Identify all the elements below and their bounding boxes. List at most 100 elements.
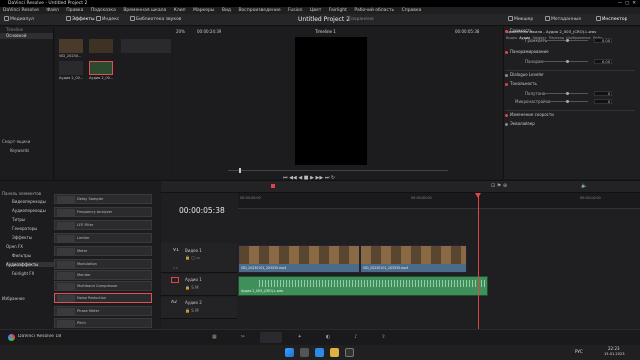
pitch-section[interactable]: Тональность <box>505 80 635 87</box>
dialogue-leveler-section[interactable]: Dialogue Leveler <box>505 70 635 77</box>
window-controls[interactable]: — ▢ ✕ <box>618 0 636 7</box>
volume-value[interactable]: 0.00 <box>594 38 612 43</box>
effects-tree-item[interactable]: Фильтры <box>12 253 31 258</box>
effect-item[interactable]: LFE Filter <box>54 220 152 230</box>
effect-item[interactable]: Limiter <box>54 233 152 243</box>
menu-item[interactable]: Правка <box>66 8 83 13</box>
menu-item[interactable]: Подсказка <box>91 8 116 13</box>
effects-tree-item-selected[interactable]: Аудиоэффекты <box>6 262 54 267</box>
explorer-icon[interactable] <box>330 348 339 357</box>
menu-item[interactable]: Клип <box>174 8 186 13</box>
track-controls[interactable]: 🔒 ▢ ▭ <box>185 255 200 260</box>
effect-item[interactable]: Frequency Analyzer <box>54 207 152 217</box>
bin-master[interactable]: Основной <box>0 33 53 39</box>
clock-date[interactable]: 15.01.2023 <box>604 352 625 356</box>
menu-item[interactable]: Fairlight <box>329 8 347 13</box>
menu-item[interactable]: Вид <box>222 8 231 13</box>
edit-index-button[interactable]: Индекс <box>96 14 119 26</box>
menu-item[interactable]: Справка <box>402 8 422 13</box>
sound-library-button[interactable]: Библиотека звуков <box>130 14 181 26</box>
start-icon[interactable] <box>285 348 294 357</box>
menu-item[interactable]: Цвет <box>310 8 322 13</box>
clip-thumbnail[interactable] <box>59 39 83 53</box>
effects-button[interactable]: Эффекты <box>66 14 95 26</box>
audio-clip[interactable]: Аудио 2_003_(CRO).L.wav <box>238 276 488 296</box>
page-switcher[interactable]: ▦✂▬✦◐♪⇪ <box>212 334 410 340</box>
clock-time[interactable]: 22:23 <box>608 346 620 351</box>
effect-item[interactable]: Modulation <box>54 259 152 269</box>
video-clip[interactable]: VID_20230101_203535.mp4 <box>360 245 467 273</box>
scrub-bar[interactable] <box>228 170 448 171</box>
effect-item[interactable]: Phase Meter <box>54 306 152 316</box>
menu-item[interactable]: Маркеры <box>193 8 214 13</box>
timeline-playhead[interactable] <box>478 193 479 330</box>
metadata-button[interactable]: Метаданные <box>545 14 581 26</box>
track-controls[interactable]: 🔒 S M <box>185 308 199 313</box>
effects-tree-item[interactable]: Open FX <box>6 244 23 249</box>
track-target-icon[interactable] <box>171 277 179 283</box>
volume-section[interactable]: Громкость <box>505 27 635 34</box>
inspector-button[interactable]: Инспектор <box>596 14 627 26</box>
menu-item[interactable]: Fusion <box>288 8 302 13</box>
volume-knob[interactable] <box>566 39 569 42</box>
enable-dot-icon[interactable] <box>505 82 508 86</box>
clip-thumbnail[interactable] <box>121 39 171 53</box>
playhead-handle[interactable] <box>475 193 481 198</box>
mixer-button[interactable]: Микшер <box>508 14 533 26</box>
media-pool-button[interactable]: Медиапул <box>4 14 34 26</box>
viewer-zoom[interactable]: 20% <box>176 29 185 34</box>
effects-tree-item[interactable]: Видеопереходы <box>12 199 46 204</box>
clip-thumbnail[interactable] <box>89 39 113 53</box>
effects-tree-item[interactable]: Fairlight FX <box>12 271 34 276</box>
menu-item[interactable]: Временная шкала <box>123 8 166 13</box>
semitones-knob[interactable] <box>566 92 569 95</box>
semitones-slider[interactable] <box>540 93 588 94</box>
effects-tree-item[interactable]: Титры <box>12 217 25 222</box>
effects-tree-item[interactable]: Аудиопереходы <box>12 208 46 213</box>
menu-item[interactable]: Воспроизведение <box>238 8 280 13</box>
enable-dot-icon[interactable] <box>505 29 508 33</box>
effects-tree-item[interactable]: Панель элементов <box>2 191 41 196</box>
enable-dot-icon[interactable] <box>505 50 508 54</box>
pan-knob[interactable] <box>566 60 569 63</box>
select-tool-icon[interactable] <box>271 184 275 188</box>
menu-item[interactable]: DaVinci Resolve <box>3 8 39 13</box>
effect-item[interactable]: Multiband Compressor <box>54 281 152 291</box>
timeline-name[interactable]: Timeline 1 <box>315 29 336 34</box>
menu-item[interactable]: Рабочий область <box>354 8 394 13</box>
clip-label: VID_20230101_203535.mp4 <box>241 266 287 270</box>
cents-slider[interactable] <box>540 101 588 102</box>
cents-value[interactable]: 0 <box>594 99 612 104</box>
effects-tree-item[interactable]: Эффекты <box>12 235 32 240</box>
snapping-icon[interactable]: ⊡ ⚑ ⊕ <box>491 183 507 189</box>
effect-item[interactable]: Pitch <box>54 318 152 328</box>
enable-dot-icon[interactable] <box>505 122 508 126</box>
effects-tree-item[interactable]: Генераторы <box>12 226 37 231</box>
effect-item[interactable]: Meter <box>54 246 152 256</box>
pan-section[interactable]: Панорамирование <box>505 48 635 55</box>
enable-dot-icon[interactable] <box>505 73 508 77</box>
speed-change-section[interactable]: Изменение скорости <box>505 110 635 117</box>
enable-dot-icon[interactable] <box>505 113 508 117</box>
clip-thumbnail[interactable] <box>59 61 83 75</box>
effect-item[interactable]: Delay Sampler <box>54 194 152 204</box>
volume-icon[interactable]: 🔈 <box>581 183 587 189</box>
edge-icon[interactable] <box>315 348 324 357</box>
cents-knob[interactable] <box>566 100 569 103</box>
eq-section[interactable]: Эквалайзер <box>505 120 635 127</box>
search-icon[interactable] <box>300 348 309 357</box>
volume-slider[interactable] <box>540 40 588 41</box>
semitones-value[interactable]: 0 <box>594 91 612 96</box>
track-controls[interactable]: 🔒 S M <box>185 285 199 290</box>
scrub-playhead[interactable] <box>239 168 241 173</box>
effect-item[interactable]: Monitor <box>54 270 152 280</box>
video-clip[interactable]: VID_20230101_203535.mp4 <box>238 245 360 273</box>
effect-item-noise-reduction[interactable]: Noise Reduction <box>54 293 152 303</box>
pan-value[interactable]: 0.00 <box>594 59 612 64</box>
resolve-task-icon[interactable] <box>345 348 354 357</box>
pan-slider[interactable] <box>540 61 588 62</box>
menu-item[interactable]: Файл <box>46 8 58 13</box>
clip-thumbnail-selected[interactable] <box>89 61 113 75</box>
keyboard-language[interactable]: РУС <box>575 349 583 354</box>
smart-bin-keywords[interactable]: Keywords <box>4 148 29 154</box>
